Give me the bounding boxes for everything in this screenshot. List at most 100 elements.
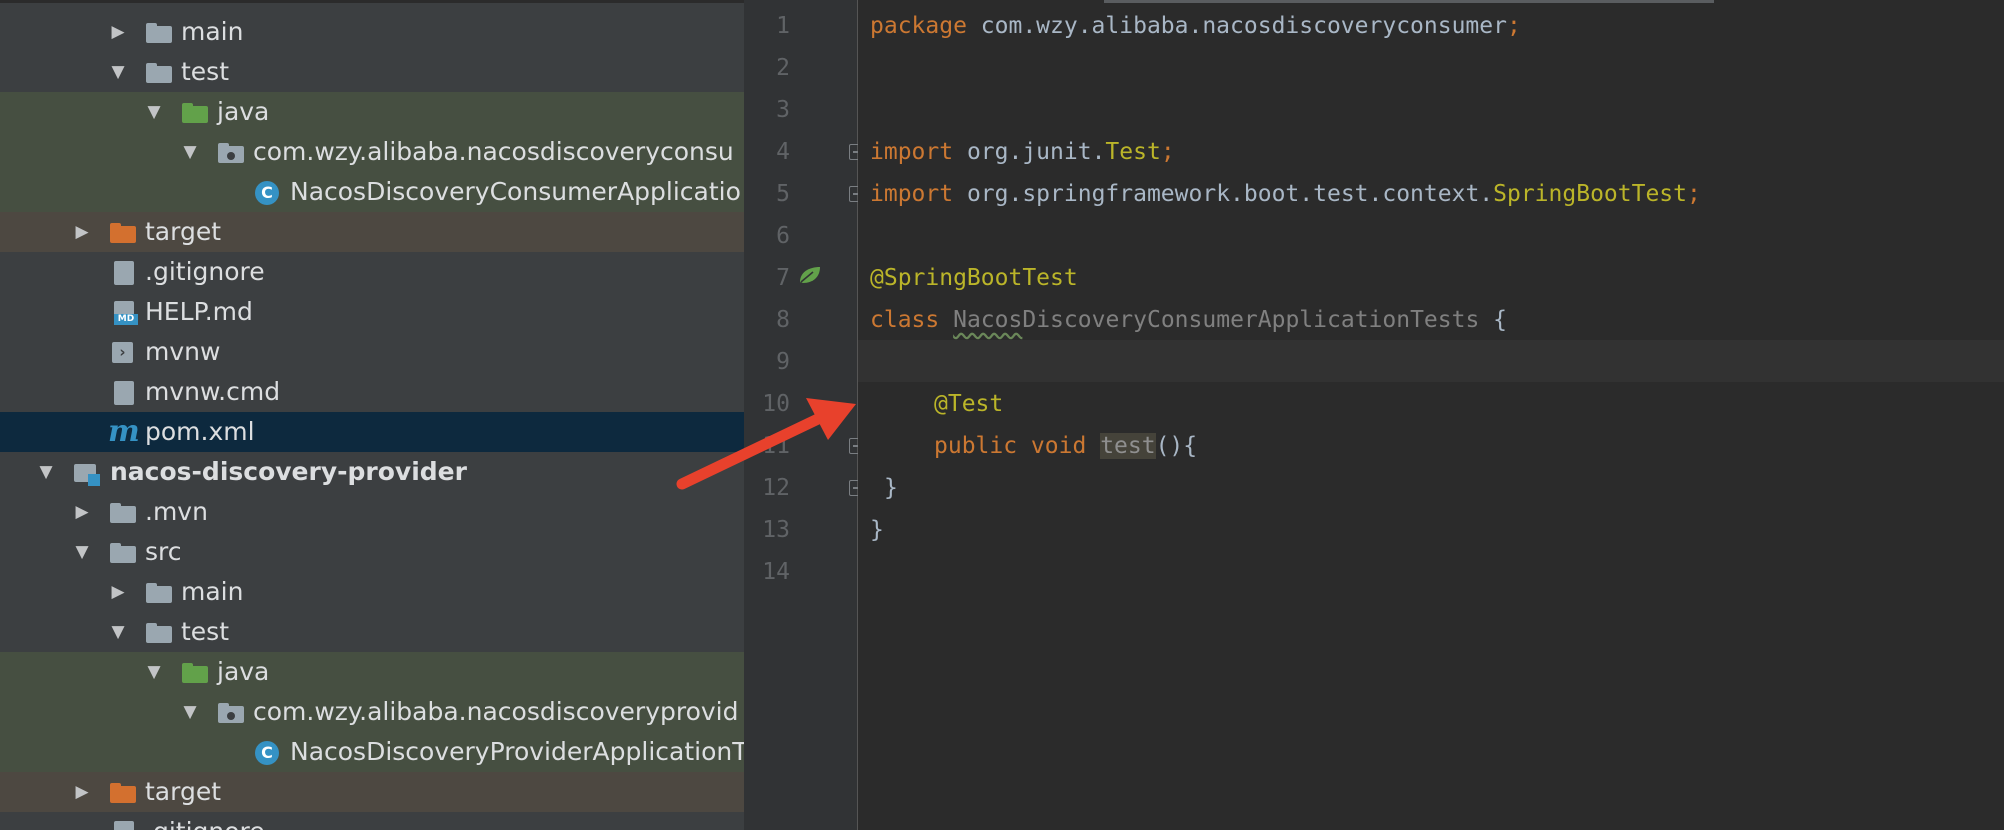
tree-item-label: java [217, 657, 270, 686]
line-number: 14 [762, 559, 790, 585]
tree-item-label: NacosDiscoveryConsumerApplicatio [290, 177, 741, 206]
tree-item-label: test [181, 57, 230, 86]
tree-item-label: target [145, 777, 222, 806]
keyword: import [870, 181, 954, 207]
code-line-5[interactable]: import org.springframework.boot.test.con… [870, 173, 1701, 215]
tree-item-label: src [145, 537, 182, 566]
code-line-13[interactable]: } [870, 509, 884, 551]
chevron-down-icon[interactable]: ▼ [36, 452, 56, 492]
chevron-right-icon[interactable]: ▶ [72, 492, 92, 532]
folder-icon [110, 543, 136, 563]
tree-item-test-class[interactable]: C NacosDiscoveryProviderApplicationT [0, 732, 744, 772]
method-params: (){ [1155, 433, 1198, 459]
tree-item-label: com.wzy.alibaba.nacosdiscoveryconsu [253, 137, 734, 166]
tree-item-mvnw[interactable]: › mvnw [0, 332, 744, 372]
line-number: 5 [776, 181, 790, 207]
tree-item-label: mvnw [145, 337, 221, 366]
markdown-file-icon: MD [114, 301, 138, 325]
code-line-1[interactable]: package com.wzy.alibaba.nacosdiscoveryco… [870, 5, 1521, 47]
chevron-down-icon[interactable]: ▼ [108, 612, 128, 652]
tree-item-gitignore[interactable]: .gitignore [0, 252, 744, 292]
tree-item-package[interactable]: ▼ com.wzy.alibaba.nacosdiscoveryconsu [0, 132, 744, 172]
import-package: org.junit. [953, 139, 1106, 165]
tree-item-test-class[interactable]: C NacosDiscoveryConsumerApplicatio [0, 172, 744, 212]
test-source-folder-icon [182, 103, 208, 123]
markdown-badge: MD [114, 314, 138, 325]
excluded-folder-icon [110, 783, 136, 803]
annotation-arrow-icon [676, 398, 856, 490]
folder-icon [146, 23, 172, 43]
tree-item-gitignore[interactable]: .gitignore [0, 812, 744, 830]
tree-item-mvnw-cmd[interactable]: mvnw.cmd [0, 372, 744, 412]
folder-icon [110, 503, 136, 523]
test-source-folder-icon [182, 663, 208, 683]
tree-item-label: java [217, 97, 270, 126]
line-number: 4 [776, 139, 790, 165]
tree-item-main[interactable]: ▶ main [0, 12, 744, 52]
tree-item-pom-xml[interactable]: m pom.xml [0, 412, 744, 452]
tree-item-java[interactable]: ▼ java [0, 652, 744, 692]
tree-item-label: nacos-discovery-provider [110, 457, 467, 486]
tree-item-help-md[interactable]: MD HELP.md [0, 292, 744, 332]
method-name: test [1100, 433, 1156, 459]
tree-item-label: pom.xml [145, 417, 255, 446]
project-tree: ▶ main ▼ test ▼ java ▼ com.wzy.alibaba.n… [0, 0, 744, 830]
tree-item-module-provider[interactable]: ▼ nacos-discovery-provider [0, 452, 744, 492]
tree-top-divider [0, 0, 744, 3]
chevron-right-icon[interactable]: ▶ [72, 772, 92, 812]
code-line-8[interactable]: class NacosDiscoveryConsumerApplicationT… [870, 299, 1507, 341]
class-icon: C [255, 181, 279, 205]
code-line-11[interactable]: public void test(){ [934, 425, 1197, 467]
spring-bean-icon[interactable] [797, 264, 823, 286]
chevron-right-icon[interactable]: ▶ [108, 572, 128, 612]
close-brace: } [870, 517, 884, 543]
tree-item-label: .gitignore [145, 257, 265, 286]
code-line-12[interactable]: } [884, 467, 898, 509]
tree-item-label: test [181, 617, 230, 646]
tree-item-label: com.wzy.alibaba.nacosdiscoveryprovid [253, 697, 739, 726]
tree-item-java[interactable]: ▼ java [0, 92, 744, 132]
tree-item-label: .mvn [145, 497, 208, 526]
tree-item-test[interactable]: ▼ test [0, 612, 744, 652]
current-line-highlight [858, 340, 2004, 382]
horizontal-scroll-indicator[interactable] [1104, 0, 1714, 3]
tree-item-main[interactable]: ▶ main [0, 572, 744, 612]
tree-item-label: HELP.md [145, 297, 253, 326]
code-line-10[interactable]: @Test [934, 383, 1003, 425]
chevron-down-icon[interactable]: ▼ [108, 52, 128, 92]
tree-item-package[interactable]: ▼ com.wzy.alibaba.nacosdiscoveryprovid [0, 692, 744, 732]
tree-item-label: NacosDiscoveryProviderApplicationT [290, 737, 744, 766]
ignore-file-icon [114, 821, 134, 830]
chevron-right-icon[interactable]: ▶ [108, 12, 128, 52]
close-brace: } [884, 475, 898, 501]
tree-item-label: .gitignore [145, 812, 265, 830]
semicolon: ; [1506, 13, 1521, 39]
chevron-down-icon[interactable]: ▼ [144, 92, 164, 132]
tree-item-target[interactable]: ▶ target [0, 212, 744, 252]
module-icon [74, 462, 100, 486]
chevron-down-icon[interactable]: ▼ [72, 532, 92, 572]
tree-item-label: mvnw.cmd [145, 377, 281, 406]
semicolon: ; [1687, 181, 1701, 207]
keyword: class [870, 307, 940, 333]
chevron-right-icon[interactable]: ▶ [72, 212, 92, 252]
package-icon [218, 143, 244, 163]
tree-item-src[interactable]: ▼ src [0, 532, 744, 572]
line-number: 6 [776, 223, 790, 249]
import-package: org.springframework.boot.test.context. [953, 181, 1494, 207]
code-line-7[interactable]: @SpringBootTest [870, 257, 1078, 299]
chevron-down-icon[interactable]: ▼ [180, 132, 200, 172]
tree-item-target[interactable]: ▶ target [0, 772, 744, 812]
code-editor[interactable] [858, 0, 2004, 830]
tree-item-mvn[interactable]: ▶ .mvn [0, 492, 744, 532]
keyword: public void [934, 433, 1087, 459]
chevron-down-icon[interactable]: ▼ [180, 692, 200, 732]
chevron-down-icon[interactable]: ▼ [144, 652, 164, 692]
tree-item-test[interactable]: ▼ test [0, 52, 744, 92]
class-name: DiscoveryConsumerApplicationTests [1022, 307, 1480, 333]
package-name: com.wzy.alibaba.nacosdiscoveryconsumer [966, 13, 1507, 39]
folder-icon [146, 583, 172, 603]
import-class: Test [1105, 139, 1161, 165]
code-line-4[interactable]: import org.junit.Test; [870, 131, 1175, 173]
shell-script-icon: › [112, 342, 133, 363]
